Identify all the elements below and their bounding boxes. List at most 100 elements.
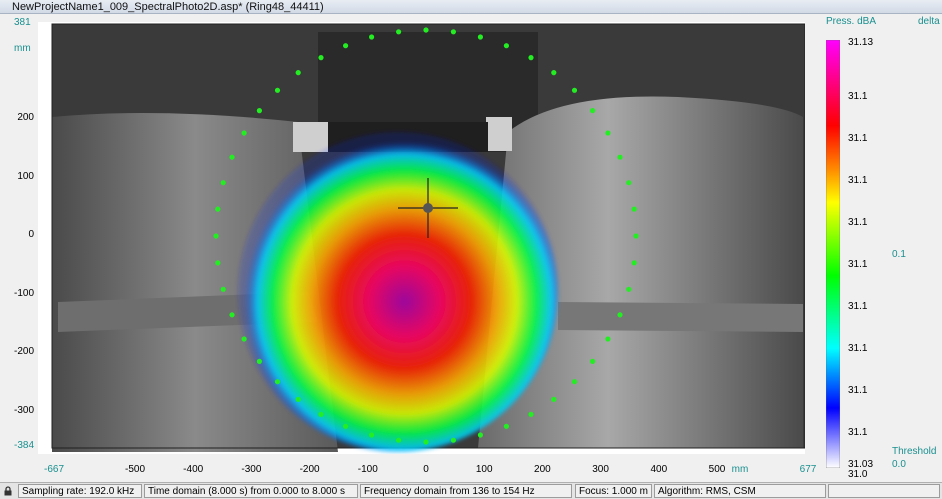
microphone-dot [295, 70, 301, 76]
window-title-bar: NewProjectName1_009_SpectralPhoto2D.asp*… [0, 0, 942, 14]
status-algorithm: Algorithm: RMS, CSM [654, 484, 826, 498]
microphone-dot [215, 206, 221, 212]
microphone-dot [503, 423, 509, 429]
status-frequency-domain: Frequency domain from 136 to 154 Hz [360, 484, 572, 498]
microphone-dot [631, 260, 637, 266]
y-axis-min-label: -384 [14, 440, 35, 451]
status-bar: Sampling rate: 192.0 kHz Time domain (8.… [0, 482, 942, 499]
microphone-dot [369, 34, 375, 40]
microphone-dot [605, 336, 611, 342]
colorbar-gradient [826, 40, 840, 468]
microphone-dot [590, 358, 596, 364]
microphone-dot [256, 108, 262, 114]
y-axis-tick-label: 0 [28, 229, 34, 240]
colorbar-tick-label: 31.1 [848, 217, 868, 228]
microphone-dot [617, 312, 623, 318]
microphone-dot [590, 108, 596, 114]
y-axis-tick-label: -100 [13, 287, 34, 299]
y-axis-tick-label: -300 [13, 404, 34, 416]
microphone-dot [450, 437, 456, 443]
x-axis-tick-label: -400 [183, 464, 204, 475]
sound-pressure-heatmap [238, 132, 558, 452]
microphone-dot [343, 423, 349, 429]
x-axis-tick-label: -500 [124, 464, 145, 475]
microphone-dot [528, 411, 534, 417]
acoustic-photo-plot[interactable] [38, 22, 806, 454]
x-axis-tick-label: -300 [241, 464, 262, 475]
x-axis-tick-label: 100 [475, 464, 493, 475]
threshold-label: Threshold [892, 446, 937, 457]
microphone-dot [617, 154, 623, 160]
colorbar-tick-label: 31.1 [848, 427, 868, 438]
colorbar-quantity-label: Press. dBA [826, 16, 877, 27]
y-axis-max-label: 381 [14, 17, 31, 28]
x-axis-tick-label: 200 [534, 464, 551, 475]
colorbar-tick-label: 31.1 [848, 259, 868, 270]
microphone-dot [220, 180, 226, 186]
x-axis-tick-label: -200 [299, 464, 320, 475]
colorbar-delta-header: delta [918, 16, 940, 27]
microphone-dot [551, 70, 557, 76]
status-time-domain: Time domain (8.000 s) from 0.000 to 8.00… [144, 484, 358, 498]
microphone-dot [528, 55, 534, 61]
colorbar-tick-label: 31.1 [848, 343, 868, 354]
microphone-dot [631, 206, 637, 212]
y-axis-tick-label: 200 [17, 112, 34, 123]
microphone-dot [503, 43, 509, 49]
microphone-dot [605, 130, 611, 136]
microphone-dot [423, 27, 429, 33]
microphone-dot [396, 29, 402, 35]
microphone-dot [215, 260, 221, 266]
microphone-dot [571, 87, 578, 93]
colorbar-tick-label: 31.0 [848, 469, 868, 480]
status-focus: Focus: 1.000 m [575, 484, 652, 498]
colorbar-max-label: 31.13 [848, 37, 874, 48]
x-axis-tick-label: 0 [423, 464, 429, 475]
microphone-dot [318, 411, 324, 417]
microphone-dot [571, 379, 578, 385]
colorbar-tick-label: 31.1 [848, 385, 868, 396]
microphone-dot [241, 336, 247, 342]
colorbar-tick-label: 31.1 [848, 91, 868, 102]
status-empty-panel [828, 484, 940, 498]
window-title: NewProjectName1_009_SpectralPhoto2D.asp*… [12, 1, 324, 13]
threshold-value[interactable]: 0.0 [892, 459, 906, 470]
x-axis-min-label: -667 [43, 464, 64, 475]
microphone-dot [626, 180, 632, 186]
lock-icon[interactable] [3, 486, 13, 496]
microphone-dot [477, 432, 483, 438]
microphone-dot [551, 396, 557, 402]
status-sampling-rate: Sampling rate: 192.0 kHz [18, 484, 142, 498]
colorbar-delta-value: 0.1 [892, 249, 906, 260]
microphone-dot [213, 233, 219, 239]
x-axis-max-label: 677 [799, 464, 817, 475]
microphone-dot [318, 55, 324, 61]
microphone-dot [626, 286, 632, 292]
microphone-dot [396, 437, 402, 443]
x-axis-tick-label: 300 [592, 464, 609, 475]
microphone-dot [633, 233, 639, 239]
microphone-dot [450, 29, 456, 35]
colorbar-tick-label: 31.1 [848, 301, 868, 312]
microphone-dot [220, 286, 226, 292]
microphone-dot [343, 43, 349, 49]
microphone-dot [229, 312, 235, 318]
microphone-dot [229, 154, 235, 160]
y-axis-unit-label: mm [14, 43, 31, 54]
microphone-dot [295, 396, 301, 402]
acoustic-photo-canvas[interactable] [38, 22, 806, 454]
microphone-dot [369, 432, 375, 438]
microphone-dot [241, 130, 247, 136]
x-axis-tick-label: 400 [650, 464, 668, 475]
microphone-dot [423, 439, 429, 445]
x-axis-unit-label: mm [731, 464, 749, 475]
y-axis-tick-label: 100 [17, 170, 34, 182]
x-axis-tick-label: -100 [357, 464, 378, 475]
microphone-dot [274, 87, 281, 93]
microphone-dot [477, 34, 483, 40]
microphone-dot [256, 358, 262, 364]
y-axis-tick-label: -200 [13, 346, 34, 357]
microphone-dot [274, 379, 281, 385]
colorbar-tick-label: 31.1 [848, 133, 868, 144]
colorbar-tick-label: 31.1 [848, 175, 868, 186]
